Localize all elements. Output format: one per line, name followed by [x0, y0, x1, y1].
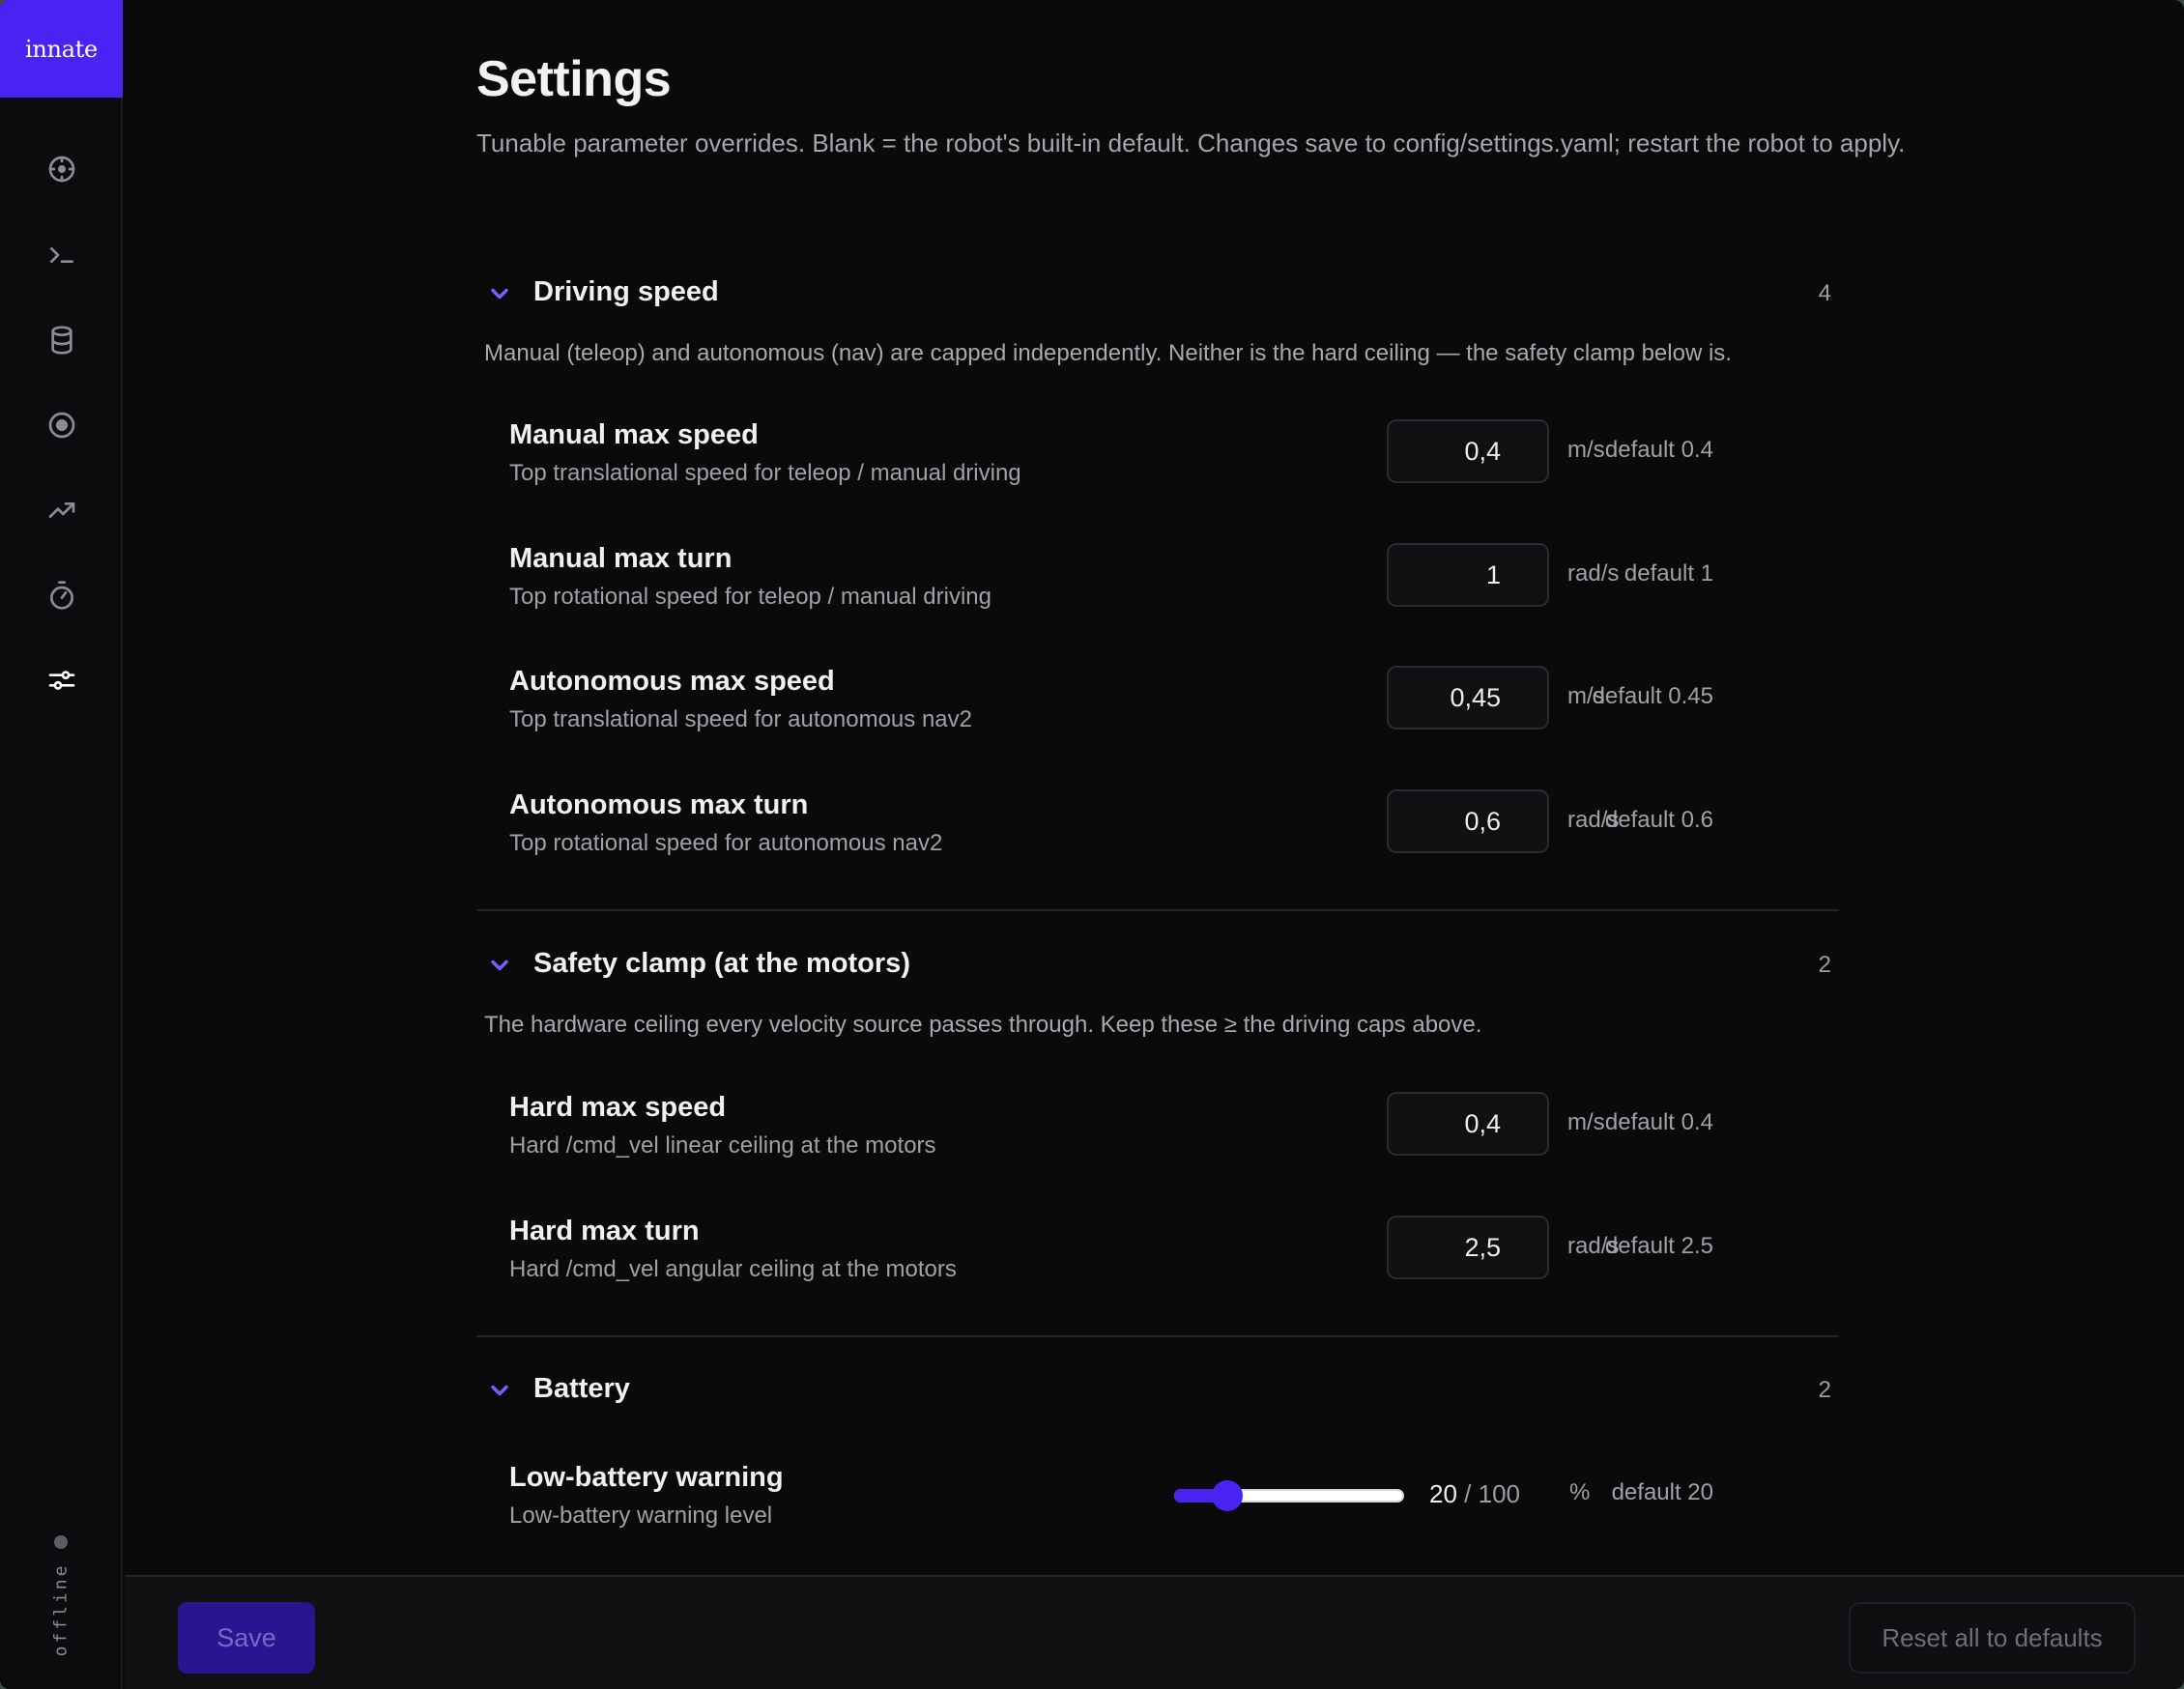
page-title: Settings: [476, 51, 672, 107]
default-value: default 2.5: [1604, 1233, 1713, 1259]
page-description: Tunable parameter overrides. Blank = the…: [476, 129, 1906, 157]
section-count: 4: [1818, 280, 1831, 306]
manual-max-turn-input[interactable]: 1: [1387, 543, 1549, 607]
section-divider: [476, 1335, 1839, 1337]
default-value: default 20: [1611, 1479, 1713, 1505]
section-battery: Battery 2 Low-battery warning Low-batter…: [476, 1361, 1839, 1574]
main-content: Settings Tunable parameter overrides. Bl…: [125, 0, 2184, 1575]
section-divider: [476, 909, 1839, 911]
setting-description: Low-battery warning level: [509, 1503, 773, 1529]
setting-row-autonomous-max-turn: Autonomous max turn Top rotational speed…: [476, 789, 1839, 896]
reset-defaults-button[interactable]: Reset all to defaults: [1849, 1602, 2136, 1674]
section-header-safety-clamp[interactable]: Safety clamp (at the motors) 2: [476, 936, 1839, 994]
section-safety-clamp: Safety clamp (at the motors) 2 The hardw…: [476, 936, 1839, 1323]
section-title: Driving speed: [533, 276, 719, 307]
slider-thumb[interactable]: [1212, 1480, 1243, 1511]
unit-label: %: [1569, 1479, 1591, 1505]
setting-description: Hard /cmd_vel angular ceiling at the mot…: [509, 1256, 957, 1282]
status-dot: [54, 1535, 68, 1549]
unit-label: m/s: [1567, 1109, 1605, 1135]
manual-max-speed-input[interactable]: 0,4: [1387, 419, 1549, 483]
setting-row-low-battery-warning: Low-battery warning Low-battery warning …: [476, 1462, 1839, 1568]
slider-value-readout: 20 / 100: [1327, 1479, 1520, 1509]
setting-label: Manual max turn: [509, 543, 733, 574]
setting-label: Hard max speed: [509, 1092, 727, 1123]
hard-max-speed-input[interactable]: 0,4: [1387, 1092, 1549, 1156]
sliders-icon[interactable]: [39, 657, 85, 703]
setting-row-hard-max-turn: Hard max turn Hard /cmd_vel angular ceil…: [476, 1216, 1839, 1322]
slider-max: 100: [1478, 1479, 1520, 1508]
sidebar: innate offline: [0, 0, 123, 1689]
section-description: The hardware ceiling every velocity sour…: [484, 1012, 1482, 1038]
default-value: default 0.45: [1592, 683, 1713, 709]
setting-description: Top rotational speed for teleop / manual…: [509, 584, 991, 610]
crosshair-icon[interactable]: [39, 146, 85, 192]
setting-label: Manual max speed: [509, 419, 759, 450]
trending-icon[interactable]: [39, 487, 85, 533]
unit-label: m/s: [1567, 437, 1605, 463]
hard-max-turn-input[interactable]: 2,5: [1387, 1216, 1549, 1279]
setting-row-manual-max-turn: Manual max turn Top rotational speed for…: [476, 543, 1839, 649]
section-driving-speed: Driving speed 4 Manual (teleop) and auto…: [476, 265, 1839, 902]
default-value: default 0.4: [1604, 1109, 1713, 1135]
chevron-down-icon: [486, 1377, 513, 1404]
app-window: innate offline Settings Tunable paramete…: [0, 0, 2184, 1689]
section-count: 2: [1818, 952, 1831, 978]
terminal-icon[interactable]: [39, 232, 85, 278]
section-header-battery[interactable]: Battery 2: [476, 1361, 1839, 1419]
autonomous-max-turn-input[interactable]: 0,6: [1387, 789, 1549, 853]
default-value: default 0.6: [1604, 807, 1713, 833]
footer-bar: Save Reset all to defaults: [125, 1575, 2184, 1689]
setting-description: Hard /cmd_vel linear ceiling at the moto…: [509, 1132, 936, 1159]
setting-label: Autonomous max turn: [509, 789, 809, 820]
section-title: Battery: [533, 1373, 630, 1404]
connection-status: offline: [50, 1562, 72, 1657]
setting-row-hard-max-speed: Hard max speed Hard /cmd_vel linear ceil…: [476, 1092, 1839, 1198]
setting-description: Top rotational speed for autonomous nav2: [509, 830, 943, 856]
chevron-down-icon: [486, 952, 513, 979]
save-button[interactable]: Save: [178, 1602, 315, 1674]
logo[interactable]: innate: [0, 0, 123, 98]
unit-label: rad/s: [1567, 560, 1620, 587]
section-header-driving-speed[interactable]: Driving speed 4: [476, 265, 1839, 323]
default-value: default 1: [1624, 560, 1713, 587]
autonomous-max-speed-input[interactable]: 0,45: [1387, 666, 1549, 730]
setting-label: Low-battery warning: [509, 1462, 784, 1493]
section-description: Manual (teleop) and autonomous (nav) are…: [484, 340, 1732, 366]
default-value: default 0.4: [1604, 437, 1713, 463]
section-title: Safety clamp (at the motors): [533, 948, 910, 979]
setting-row-manual-max-speed: Manual max speed Top translational speed…: [476, 419, 1839, 526]
section-count: 2: [1818, 1377, 1831, 1403]
slider-separator: /: [1464, 1479, 1472, 1508]
chevron-down-icon: [486, 280, 513, 307]
stopwatch-icon[interactable]: [39, 572, 85, 618]
setting-label: Autonomous max speed: [509, 666, 835, 697]
setting-description: Top translational speed for autonomous n…: [509, 706, 972, 732]
database-icon[interactable]: [39, 317, 85, 363]
slider-value: 20: [1428, 1479, 1457, 1508]
setting-row-autonomous-max-speed: Autonomous max speed Top translational s…: [476, 666, 1839, 772]
setting-label: Hard max turn: [509, 1216, 700, 1246]
setting-description: Top translational speed for teleop / man…: [509, 460, 1021, 486]
record-icon[interactable]: [39, 402, 85, 448]
